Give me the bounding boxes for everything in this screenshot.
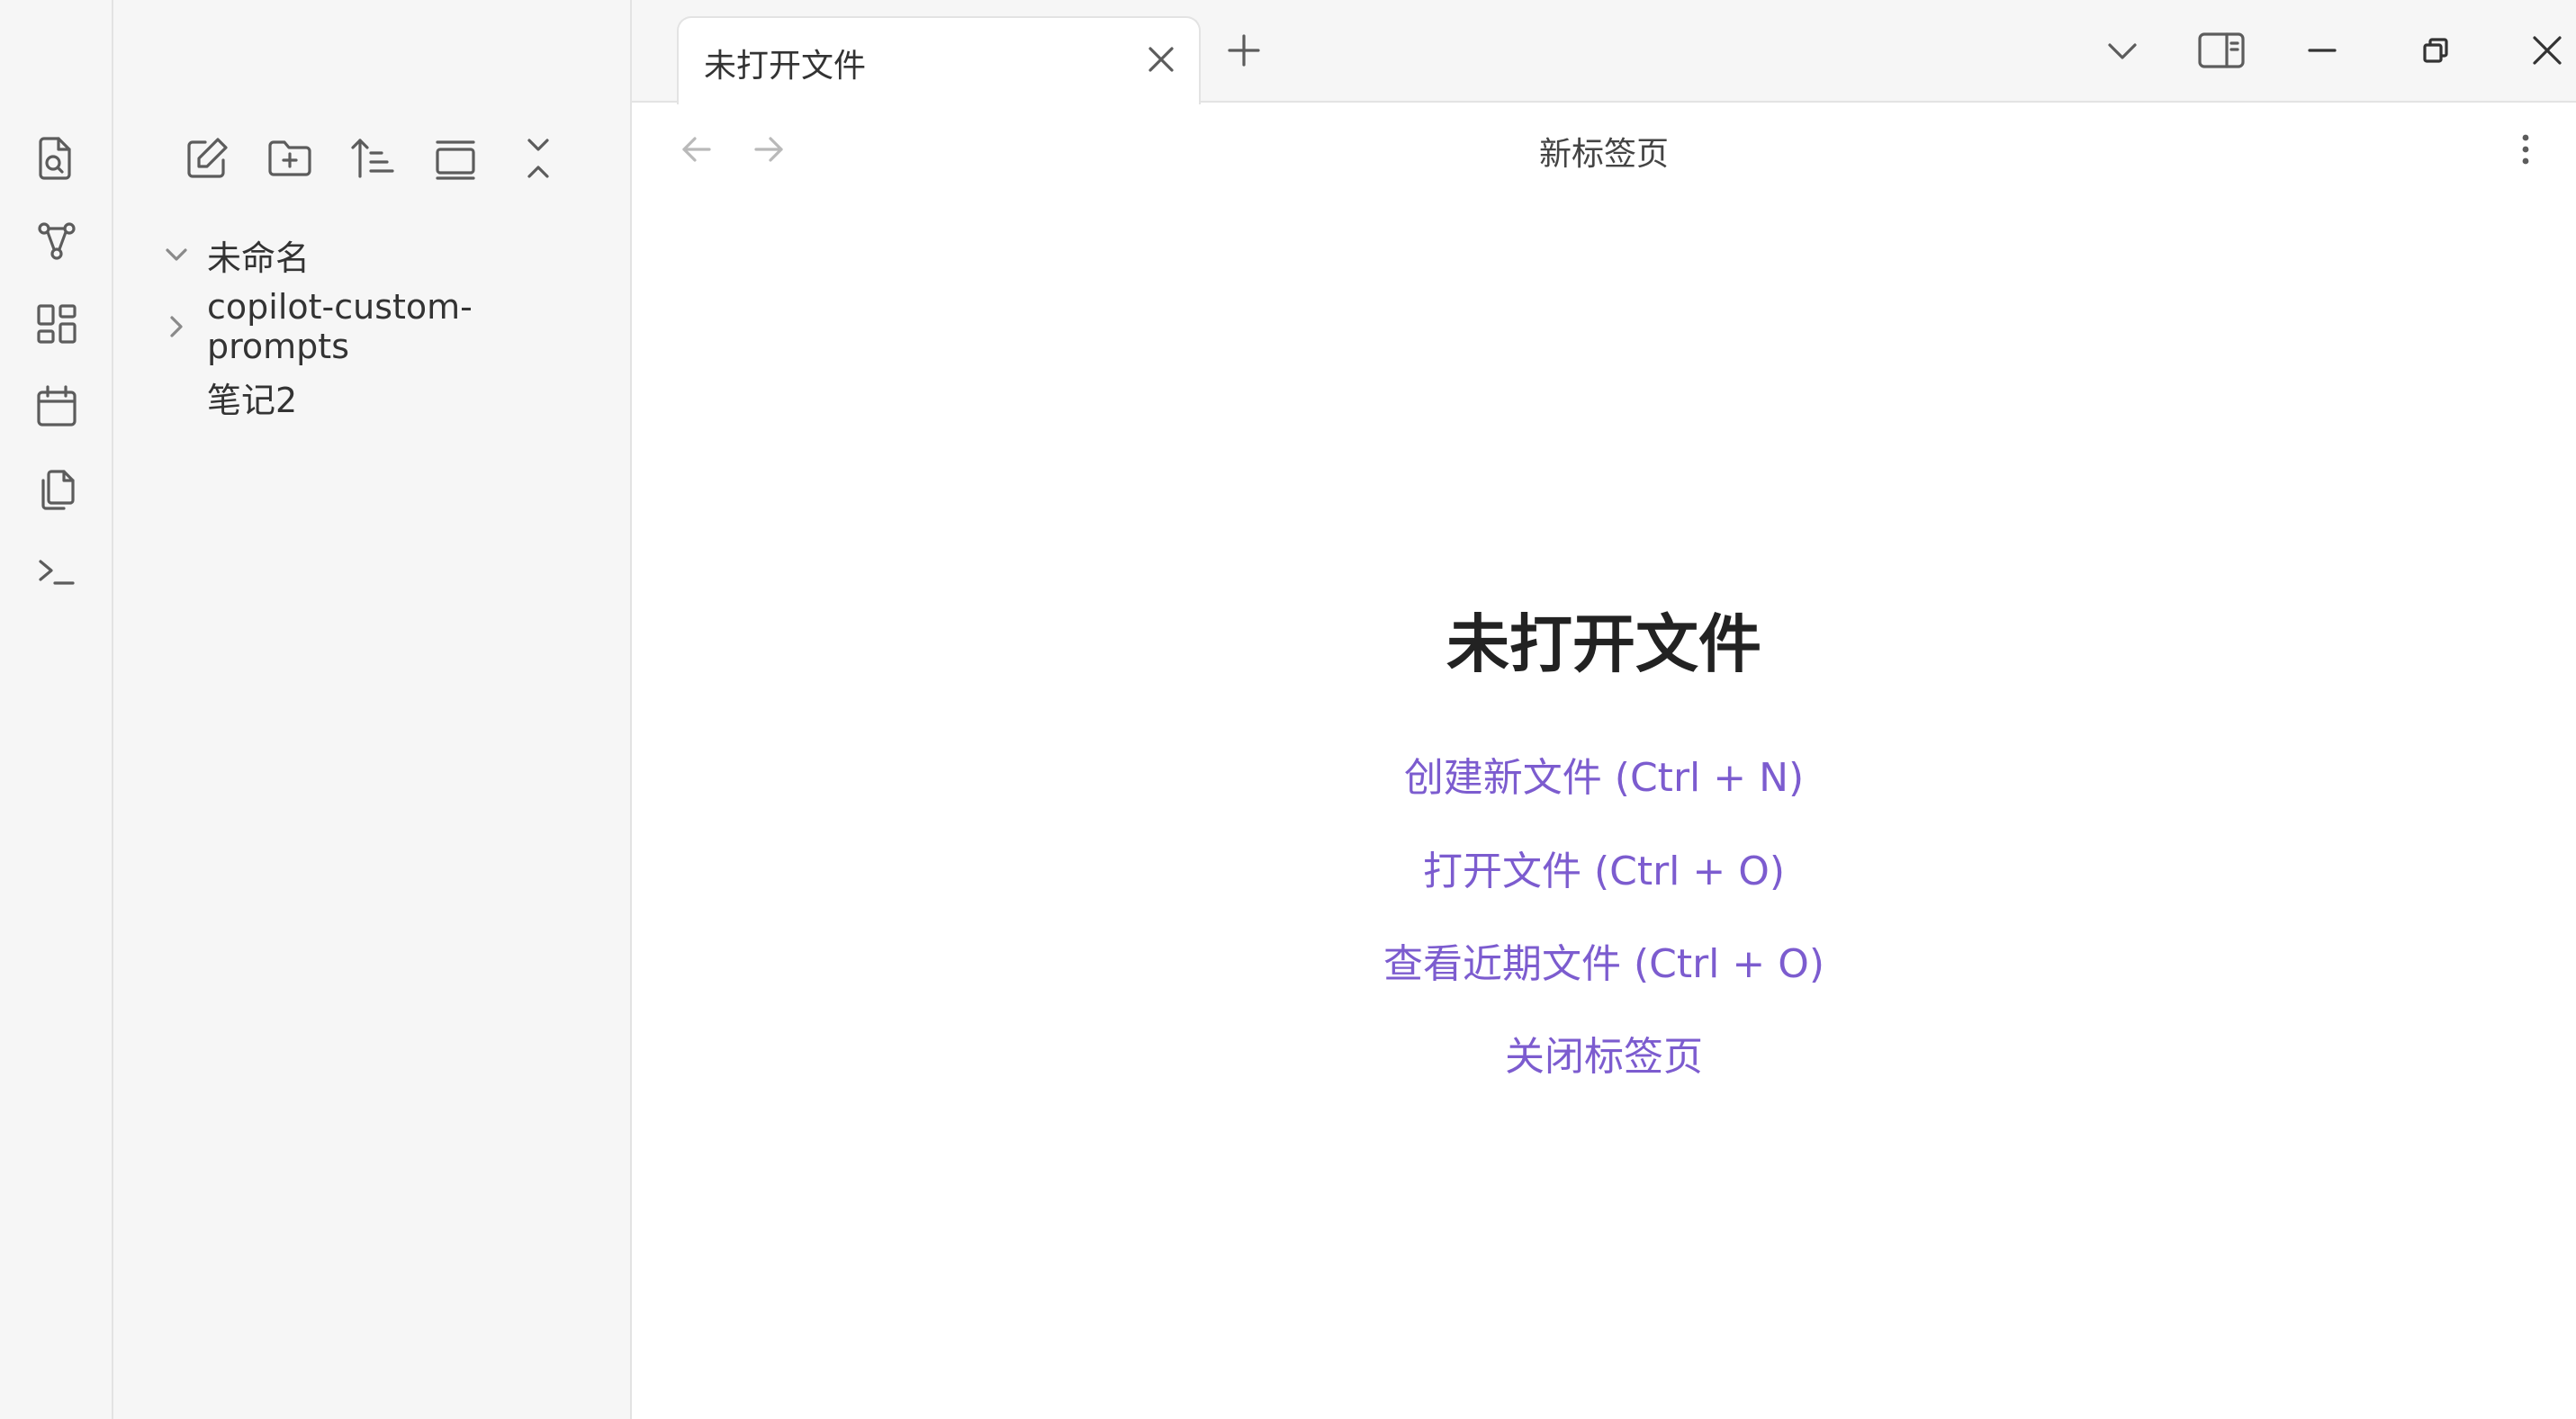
more-options-button[interactable] (2497, 121, 2554, 178)
files-icon (41, 470, 75, 510)
minimize-window-button[interactable] (2293, 22, 2351, 79)
tree-item-file[interactable]: 笔记2 (158, 367, 608, 427)
toggle-right-sidebar-button[interactable] (2193, 22, 2250, 79)
tab-active[interactable]: 未打开文件 (677, 16, 1201, 104)
close-tab-link[interactable]: 关闭标签页 (632, 1024, 2576, 1082)
sort-button[interactable] (340, 126, 405, 191)
tab-bar: 未打开文件 (632, 0, 2576, 104)
file-explorer-panel: 未命名 copilot-custom-prompts 笔记2 (113, 0, 632, 1419)
templates-button[interactable] (24, 457, 89, 522)
chevron-down-icon (2108, 43, 2137, 59)
close-window-button[interactable] (2518, 22, 2576, 79)
tree-item-folder[interactable]: copilot-custom-prompts (158, 287, 608, 366)
close-icon (2533, 36, 2562, 65)
close-icon (1148, 47, 1174, 72)
graph-icon (38, 222, 76, 260)
tree-root-label: 未命名 (207, 238, 311, 278)
auto-reveal-button[interactable] (423, 126, 488, 191)
layout-dashboard-icon (37, 304, 77, 344)
new-note-button[interactable] (175, 126, 239, 191)
tree-root-folder[interactable]: 未命名 (158, 225, 608, 284)
daily-note-button[interactable] (24, 374, 89, 439)
tab-close-button[interactable] (1138, 36, 1184, 83)
graph-view-button[interactable] (24, 209, 89, 274)
restore-window-button[interactable] (2407, 22, 2464, 79)
command-palette-button[interactable] (24, 540, 89, 605)
view-header-title: 新标签页 (1538, 136, 1669, 173)
tree-item-label: copilot-custom-prompts (207, 287, 473, 366)
restore-icon (2423, 38, 2448, 63)
recent-files-link[interactable]: 查看近期文件 (Ctrl + O) (632, 931, 2576, 989)
right-sidebar-icon (2198, 32, 2245, 68)
tab-list-dropdown-button[interactable] (2094, 22, 2151, 79)
chevron-right-icon (158, 309, 194, 345)
collapse-all-button[interactable] (506, 126, 571, 191)
main-workspace: 未打开文件 新标签页 未打开文件 创建新文件 (Ctrl + N) 打开文件 (… (632, 0, 2576, 1419)
minimize-icon (2308, 49, 2337, 52)
tab-title: 未打开文件 (704, 48, 867, 85)
canvas-button[interactable] (24, 292, 89, 356)
more-vertical-icon (2522, 134, 2529, 165)
sort-ascending-icon (351, 139, 394, 178)
new-tab-button[interactable] (1215, 22, 1273, 79)
tree-item-label: 笔记2 (207, 380, 298, 420)
new-folder-button[interactable] (257, 126, 322, 191)
terminal-icon (39, 560, 75, 585)
calendar-icon (37, 385, 77, 427)
chevrons-collapse-icon (527, 139, 549, 178)
folder-plus-icon (268, 140, 311, 176)
open-file-link[interactable]: 打开文件 (Ctrl + O) (632, 839, 2576, 896)
edit-icon (187, 138, 228, 178)
file-search-icon (39, 137, 71, 180)
plus-icon (1228, 34, 1260, 67)
panel-icon (436, 140, 475, 180)
create-new-file-link[interactable]: 创建新文件 (Ctrl + N) (632, 745, 2576, 803)
chevron-down-icon (158, 237, 194, 273)
left-ribbon (0, 0, 113, 1419)
quick-switcher-button[interactable] (24, 126, 89, 191)
empty-state-title: 未打开文件 (1446, 607, 1761, 681)
